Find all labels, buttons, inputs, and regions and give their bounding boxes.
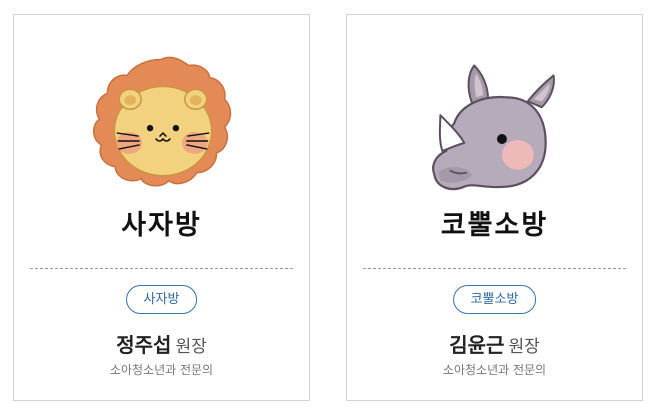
doctor-name: 김윤근 <box>449 333 505 357</box>
doctor-info: 김윤근 원장 <box>347 329 642 358</box>
divider <box>363 268 626 269</box>
doctor-specialty: 소아청소년과 전문의 <box>109 363 214 377</box>
doctor-name: 정주섭 <box>116 333 172 357</box>
room-badge-button[interactable]: 코뿔소방 <box>452 285 537 314</box>
doctor-role: 원장 <box>175 337 207 357</box>
room-badge-button[interactable]: 사자방 <box>125 285 198 314</box>
room-title: 사자방 <box>121 210 202 241</box>
room-card-rhino: 코뿔소방 코뿔소방 김윤근 원장 소아청소년과 전문의 <box>346 14 643 401</box>
doctor-info: 정주섭 원장 <box>14 329 309 358</box>
doctor-role: 원장 <box>508 337 540 357</box>
room-title: 코뿔소방 <box>440 210 549 241</box>
divider <box>30 268 293 269</box>
doctor-specialty: 소아청소년과 전문의 <box>442 363 547 377</box>
room-card-lion: 사자방 사자방 정주섭 원장 소아청소년과 전문의 <box>13 14 310 401</box>
